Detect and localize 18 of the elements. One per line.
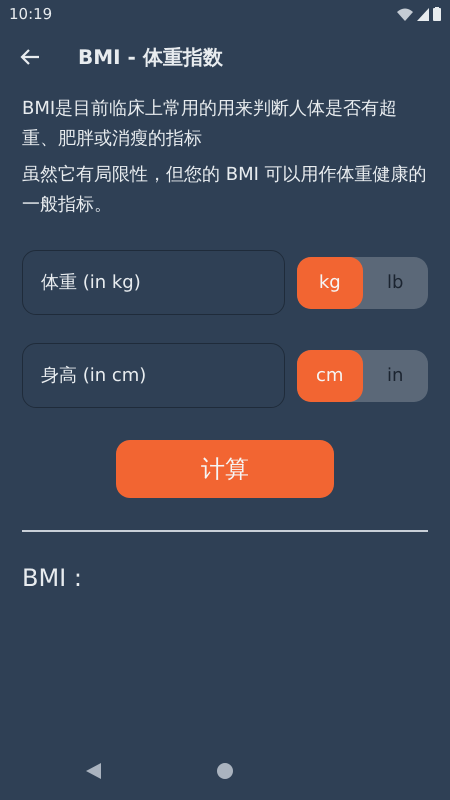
unit-option[interactable]: kg [297,256,362,308]
back-icon[interactable] [20,48,40,66]
intro-paragraph: BMI是目前临床上常用的用来判断人体是否有超重、肥胖或消瘦的指标 [22,97,398,151]
unit-option[interactable]: in [362,350,428,402]
status-time: 10:19 [9,4,52,25]
measurement-field[interactable]: 身高 (in cm) [22,343,285,408]
wifi-icon [397,8,413,20]
signal-icon [417,8,429,20]
measurement-field[interactable]: 体重 (in kg) [22,250,285,315]
intro-paragraph: 虽然它有局限性，但您的 BMI 可以用作体重健康的一般指标。 [22,163,428,217]
nav-home-icon[interactable] [217,763,233,779]
unit-option[interactable]: cm [297,350,362,402]
battery-icon [433,7,441,21]
nav-back-icon[interactable] [86,763,102,779]
calculate-button[interactable]: 计算 [116,440,334,498]
page-title: BMI - 体重指数 [78,44,223,71]
unit-option[interactable]: lb [362,256,428,308]
bmi-result-label: BMI : [21,563,83,594]
